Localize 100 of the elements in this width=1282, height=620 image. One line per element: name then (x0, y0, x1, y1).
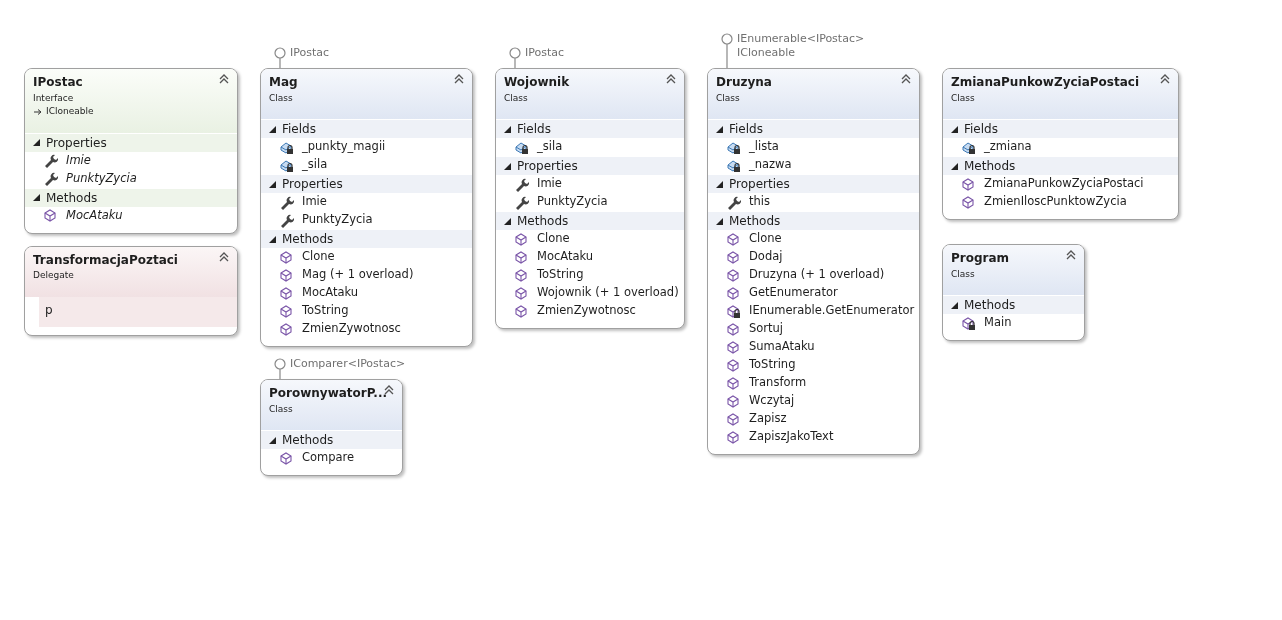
member-name[interactable]: Clone (749, 230, 782, 248)
member-name[interactable]: PunktyZycia (66, 169, 137, 188)
expanded-triangle-icon (716, 125, 723, 133)
member-name[interactable]: PunktyZycia (537, 193, 608, 211)
member-name[interactable]: ToString (537, 266, 584, 284)
section-header[interactable]: Fields (496, 119, 684, 138)
shape-title: TransformacjaPoztaci (33, 251, 178, 269)
section-header[interactable]: Methods (261, 430, 402, 449)
member-name[interactable]: Sortuj (749, 320, 784, 338)
type-shape[interactable]: Druzyna Class Fields _lista _nazwa Properties this Methods Clone Dodaj Druzyna (+ 1 overload) GetEnumerator IEnumerable.GetEnumerator Sortuj SumaAtaku ToString Transform Wczytaj Zapisz ZapiszJakoText (707, 68, 920, 455)
type-shape[interactable]: ZmianaPunkowZyciaPostaci Class Fields _zmiana Methods ZmianaPunkowZyciaPostaci ZmienIloscPunktowZycia (942, 68, 1179, 220)
expanded-triangle-icon (951, 301, 958, 309)
collapse-chevron-icon[interactable] (1066, 250, 1076, 260)
shape-stereotype: Delegate (33, 269, 75, 282)
member-name[interactable]: Dodaj (749, 248, 783, 266)
interface-lollipop-drawing (274, 357, 288, 379)
member-name[interactable]: ZmienZywotnosc (537, 302, 636, 320)
interface-name: ICloneable (737, 46, 796, 60)
member-name[interactable]: Clone (302, 248, 335, 266)
section-header[interactable]: Methods (496, 211, 684, 230)
member-name[interactable]: _nazwa (749, 156, 792, 174)
type-shape[interactable]: Program Class Methods Main (942, 244, 1085, 341)
member-name[interactable]: Imie (66, 151, 91, 170)
section-header[interactable]: Methods (943, 156, 1178, 175)
interface-lollipop-drawing (274, 46, 288, 68)
section-header[interactable]: Methods (943, 295, 1084, 314)
member-name[interactable]: Clone (537, 230, 570, 248)
section-header[interactable]: Properties (496, 156, 684, 175)
expanded-triangle-icon (33, 139, 40, 146)
member-name[interactable]: ZmienZywotnosc (302, 320, 401, 338)
collapse-chevron-icon[interactable] (219, 74, 229, 84)
member-name[interactable]: _lista (749, 138, 779, 156)
section-header[interactable]: Properties (261, 174, 472, 193)
expanded-triangle-icon (269, 235, 276, 243)
collapse-chevron-icon[interactable] (384, 385, 394, 395)
expanded-triangle-icon (716, 180, 723, 188)
member-name[interactable]: _punkty_magii (302, 138, 386, 156)
member-name[interactable]: _sila (537, 138, 563, 156)
type-shape[interactable]: IPostac Interface ICloneable Properties Imie PunktyZycia Methods MocAtaku (24, 68, 238, 234)
member-name[interactable]: GetEnumerator (749, 284, 838, 302)
member-name[interactable]: Zapisz (749, 410, 787, 428)
section-header[interactable]: Fields (943, 119, 1178, 138)
parameter-name: p (45, 302, 53, 317)
section-header[interactable]: Fields (261, 119, 472, 138)
member-name[interactable]: _zmiana (984, 138, 1032, 156)
member-name[interactable]: PunktyZycia (302, 211, 373, 229)
member-name[interactable]: Wojownik (+ 1 overload) (537, 284, 679, 302)
collapse-chevron-icon[interactable] (219, 251, 229, 262)
expanded-triangle-icon (716, 217, 723, 225)
shape-stereotype: Class (504, 91, 529, 105)
shape-title: Program (951, 250, 1010, 267)
inherited-interface: ICloneable (46, 105, 94, 118)
interface-name: IComparer<IPostac> (290, 357, 406, 371)
member-name[interactable]: MocAtaku (537, 248, 594, 266)
member-name[interactable]: Compare (302, 449, 355, 467)
collapse-chevron-icon[interactable] (901, 74, 911, 84)
arrow-icon (33, 107, 42, 116)
member-name[interactable]: ToString (302, 302, 349, 320)
member-name[interactable]: this (749, 193, 770, 211)
type-shape[interactable]: Mag Class Fields _punkty_magii _sila Properties Imie PunktyZycia Methods Clone Mag (+ 1 overload) MocAtaku ToString ZmienZywotnosc (260, 68, 473, 347)
member-name[interactable]: ToString (749, 356, 796, 374)
collapse-chevron-icon[interactable] (454, 74, 464, 84)
member-name[interactable]: ZapiszJakoText (749, 428, 834, 446)
expanded-triangle-icon (33, 194, 40, 201)
shape-title: Mag (269, 74, 298, 91)
type-shape[interactable]: TransformacjaPoztaci Delegate p (24, 245, 238, 336)
interface-name: IPostac (290, 46, 330, 60)
member-name[interactable]: _sila (302, 156, 328, 174)
member-name[interactable]: Transform (749, 374, 807, 392)
member-name[interactable]: ZmienIloscPunktowZycia (984, 193, 1127, 211)
interface-lollipop-drawing (509, 46, 523, 68)
collapse-chevron-icon[interactable] (666, 74, 676, 84)
shape-stereotype: Class (951, 91, 976, 105)
member-name[interactable]: Mag (+ 1 overload) (302, 266, 414, 284)
type-shape[interactable]: PorownywatorP... Class Methods Compare (260, 379, 403, 476)
expanded-triangle-icon (269, 436, 276, 444)
interface-name: IEnumerable<IPostac> (737, 32, 865, 46)
member-name[interactable]: MocAtaku (66, 206, 123, 225)
type-shape[interactable]: Wojownik Class Fields _sila Properties Imie PunktyZycia Methods Clone MocAtaku ToString Wojownik (+ 1 overload) ZmienZywotnosc (495, 68, 685, 329)
member-name[interactable]: Wczytaj (749, 392, 795, 410)
shape-title: IPostac (33, 74, 83, 91)
shape-stereotype: Class (269, 91, 294, 105)
member-name[interactable]: IEnumerable.GetEnumerator (749, 302, 915, 320)
section-header[interactable]: Methods (25, 187, 237, 207)
member-name[interactable]: Main (984, 314, 1012, 332)
section-header[interactable]: Properties (708, 174, 919, 193)
collapse-chevron-icon[interactable] (1160, 74, 1170, 84)
member-name[interactable]: Druzyna (+ 1 overload) (749, 266, 885, 284)
section-header[interactable]: Methods (708, 211, 919, 230)
section-header[interactable]: Methods (261, 229, 472, 248)
section-header[interactable]: Fields (708, 119, 919, 138)
member-name[interactable]: ZmianaPunkowZyciaPostaci (984, 175, 1144, 193)
member-name[interactable]: Imie (302, 193, 327, 211)
expanded-triangle-icon (269, 125, 276, 133)
member-name[interactable]: Imie (537, 175, 562, 193)
interface-lollipop-drawing (721, 32, 735, 68)
member-name[interactable]: SumaAtaku (749, 338, 815, 356)
shape-stereotype: Class (716, 91, 741, 105)
expanded-triangle-icon (951, 125, 958, 133)
member-name[interactable]: MocAtaku (302, 284, 359, 302)
